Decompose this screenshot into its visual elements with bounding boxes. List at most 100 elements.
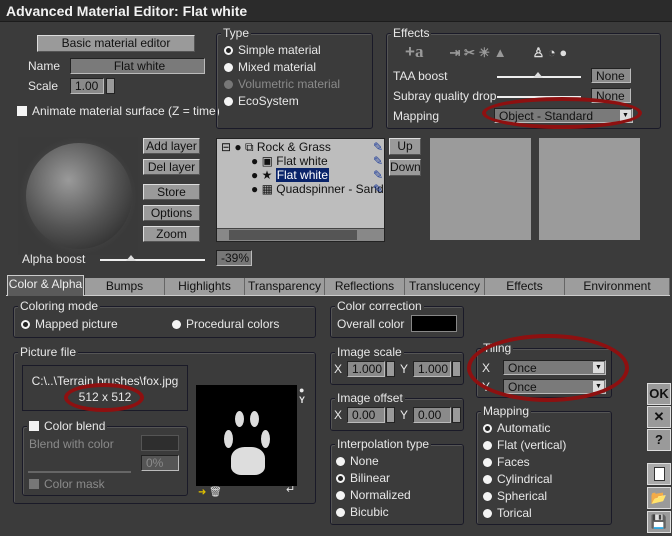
radio-none[interactable]: None — [336, 454, 379, 468]
cancel-button[interactable]: ✕ — [647, 406, 671, 428]
radio-bicubic[interactable]: Bicubic — [336, 505, 389, 519]
layer-preview-1 — [430, 138, 531, 240]
tree-item-rock-grass[interactable]: ⊟ ● ⧉ Rock & Grass — [221, 140, 331, 155]
radio-flat-vertical[interactable]: Flat (vertical) — [483, 438, 566, 452]
down-button[interactable]: Down — [389, 159, 421, 176]
color-blend-group: Color blend Blend with color 0% Color ma… — [22, 419, 188, 496]
tab-transparency[interactable]: Transparency — [245, 278, 325, 295]
mapping-group: Mapping Automatic Flat (vertical) Faces … — [476, 404, 612, 525]
animate-checkbox[interactable]: Animate material surface (Z = time) — [17, 104, 220, 118]
mapping-dropdown[interactable]: Object - Standard ▼ — [494, 108, 633, 123]
effect-icons-row: ⇥ ✂ ☀ ▲ — [449, 45, 507, 60]
new-document-icon — [653, 467, 665, 481]
scale-spinner[interactable] — [106, 78, 115, 94]
scale-label: Scale — [28, 79, 59, 93]
radio-mapped-picture[interactable]: Mapped picture — [21, 317, 118, 331]
tab-translucency[interactable]: Translucency — [405, 278, 485, 295]
radio-bilinear[interactable]: Bilinear — [336, 471, 390, 485]
effects-title: Effects — [391, 26, 432, 40]
blend-color-swatch[interactable] — [141, 435, 179, 451]
add-icon: + — [405, 42, 415, 61]
tab-color-alpha[interactable]: Color & Alpha — [7, 275, 84, 296]
blend-slider[interactable] — [28, 471, 131, 473]
color-blend-checkbox[interactable]: Color blend — [27, 419, 108, 433]
alpha-boost-slider[interactable] — [100, 259, 205, 261]
color-mask-checkbox[interactable]: Color mask — [29, 477, 105, 491]
tab-highlights[interactable]: Highlights — [165, 278, 245, 295]
radio-faces[interactable]: Faces — [483, 455, 530, 469]
radio-simple-material[interactable]: Simple material — [224, 43, 321, 57]
taa-label: TAA boost — [393, 69, 448, 83]
radio-cylindrical[interactable]: Cylindrical — [483, 472, 552, 486]
image-offset-y-spinner[interactable] — [452, 407, 461, 423]
return-icon[interactable]: ↵ — [286, 483, 295, 496]
subray-slider[interactable] — [497, 96, 581, 98]
image-scale-y[interactable]: 1.000 — [413, 361, 451, 377]
coloring-mode-group: Coloring mode Mapped picture Procedural … — [13, 299, 316, 338]
horizontal-scrollbar[interactable] — [217, 228, 384, 241]
picture-tools[interactable]: ➜ 🗑 — [198, 487, 222, 498]
new-document-button[interactable] — [647, 463, 671, 485]
zoom-button[interactable]: Zoom — [143, 226, 200, 242]
image-scale-x[interactable]: 1.000 — [347, 361, 385, 377]
subray-label: Subray quality drop — [393, 89, 497, 103]
radio-automatic[interactable]: Automatic — [483, 421, 550, 435]
picture-options-icons[interactable]: ● Y — [299, 385, 305, 405]
image-scale-x-spinner[interactable] — [386, 361, 395, 377]
basic-material-editor-button[interactable]: Basic material editor — [37, 35, 195, 52]
up-button[interactable]: Up — [389, 138, 421, 155]
tiling-group: Tiling X Once ▼ Y Once ▼ — [476, 341, 612, 398]
radio-volumetric-material: Volumetric material — [224, 77, 340, 91]
picture-file-group: Picture file C:\..\Terrain brushes\fox.j… — [13, 345, 316, 504]
tab-bumps[interactable]: Bumps — [85, 278, 165, 295]
alpha-boost-value: -39% — [216, 250, 252, 266]
type-group: Type Simple material Mixed material Volu… — [216, 26, 373, 129]
radio-mixed-material[interactable]: Mixed material — [224, 60, 316, 74]
tab-environment[interactable]: Environment — [565, 278, 670, 295]
image-offset-y[interactable]: 0.00 — [413, 407, 451, 423]
animate-label: Animate material surface (Z = time) — [32, 104, 220, 118]
del-layer-button[interactable]: Del layer — [143, 159, 200, 175]
radio-procedural-colors[interactable]: Procedural colors — [172, 317, 279, 331]
save-button[interactable]: 💾 — [647, 511, 671, 533]
alpha-boost-label: Alpha boost — [22, 252, 86, 266]
open-folder-button[interactable]: 📂 — [647, 487, 671, 509]
help-button[interactable]: ? — [647, 429, 671, 451]
effects-icons[interactable]: +a ⇥ ✂ ☀ ▲ ♙ ◔ ● — [405, 42, 567, 62]
chevron-down-icon: ▼ — [620, 110, 631, 121]
taa-slider-thumb[interactable] — [533, 72, 543, 78]
subray-value: None — [591, 88, 631, 103]
tiling-x-dropdown[interactable]: Once ▼ — [503, 360, 606, 375]
layer-tree[interactable]: ⊟ ● ⧉ Rock & Grass ● ▣ Flat white ● ★ Fl… — [216, 138, 385, 242]
radio-normalized[interactable]: Normalized — [336, 488, 411, 502]
tiling-y-dropdown[interactable]: Once ▼ — [503, 379, 606, 394]
tab-effects[interactable]: Effects — [485, 278, 565, 295]
picture-path: C:\..\Terrain brushes\fox.jpg — [31, 374, 179, 388]
tab-reflections[interactable]: Reflections — [325, 278, 405, 295]
tree-item-flat-white[interactable]: ● ▣ Flat white — [251, 154, 328, 168]
store-button[interactable]: Store — [143, 184, 200, 200]
radio-ecosystem[interactable]: EcoSystem — [224, 94, 299, 108]
add-layer-button[interactable]: Add layer — [143, 138, 200, 154]
radio-torical[interactable]: Torical — [483, 506, 532, 520]
name-field[interactable]: Flat white — [70, 58, 205, 74]
image-offset-x-spinner[interactable] — [386, 407, 395, 423]
alpha-boost-thumb[interactable] — [126, 255, 136, 261]
blend-with-label: Blend with color — [29, 437, 114, 451]
text-icon: a — [414, 42, 424, 61]
radio-spherical[interactable]: Spherical — [483, 489, 547, 503]
tree-item-quadspinner[interactable]: ● ▦ Quadspinner - Sand — [251, 182, 383, 196]
options-button[interactable]: Options — [143, 205, 200, 221]
image-offset-x[interactable]: 0.00 — [347, 407, 385, 423]
image-scale-y-spinner[interactable] — [452, 361, 461, 377]
picture-thumbnail — [196, 385, 297, 486]
blend-pct: 0% — [141, 455, 179, 471]
image-offset-group: Image offset X 0.00 Y 0.00 — [330, 391, 464, 431]
ok-button[interactable]: OK — [647, 383, 671, 405]
picture-file-box[interactable]: C:\..\Terrain brushes\fox.jpg 512 x 512 — [22, 365, 188, 411]
overall-color-swatch[interactable] — [411, 315, 457, 332]
trash-icon: 🗑 — [209, 487, 222, 498]
scale-field[interactable]: 1.00 — [70, 78, 104, 94]
tree-item-flat-white-selected[interactable]: ● ★ Flat white — [251, 168, 330, 182]
edit-pencil-icons[interactable]: ✎ ✎ ✎ ✎ — [373, 140, 383, 196]
